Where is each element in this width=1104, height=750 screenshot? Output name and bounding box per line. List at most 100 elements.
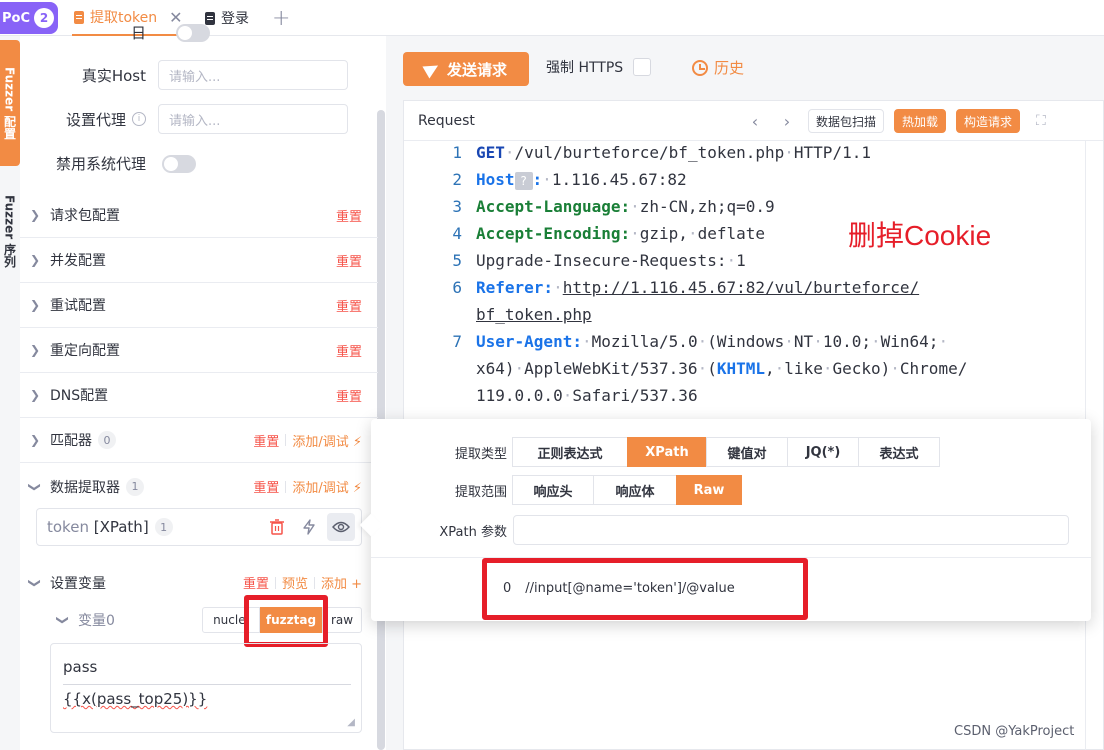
add-debug-button[interactable]: 添加/调试 ⚡ [292, 431, 362, 450]
reset-button[interactable]: 重置 [336, 296, 362, 315]
add-tab-button[interactable]: + [272, 0, 290, 36]
tab-login[interactable]: 登录 [205, 0, 249, 36]
extract-type-option[interactable]: XPath [627, 437, 707, 467]
section-title: 并发配置 [50, 253, 106, 269]
extract-type-option[interactable]: JQ(*) [787, 437, 859, 467]
count-badge: 1 [126, 477, 144, 496]
reset-button[interactable]: 重置 [336, 386, 362, 405]
reset-button[interactable]: 重置 [336, 251, 362, 270]
request-tools: ‹ › 数据包扫描 热加载 构造请求 ⛶ [744, 109, 1046, 133]
line-number: 6 [452, 278, 462, 297]
section-redirect-config[interactable]: ❯ 重定向配置 重置 [20, 328, 378, 373]
line-number: 1 [452, 143, 462, 162]
section-title: 数据提取器 [50, 479, 120, 496]
reset-button[interactable]: 重置 [253, 477, 279, 496]
clock-icon [692, 59, 708, 76]
line-number [404, 386, 476, 413]
chevron-right-icon: ❯ [29, 388, 41, 402]
chevron-left-icon[interactable]: ‹ [744, 112, 766, 131]
top-partial-label: 日 [130, 24, 146, 42]
count-badge: 1 [154, 518, 173, 536]
line-number: 2 [452, 170, 462, 189]
section-request-config[interactable]: ❯ 请求包配置 重置 [20, 193, 378, 238]
real-host-label: 真实Host [81, 66, 146, 85]
highlight-box [244, 595, 328, 647]
code-text: bf_token.php [476, 305, 592, 324]
tab-fuzzer-sequence[interactable]: Fuzzer 序列 [0, 176, 20, 286]
send-request-button[interactable]: 发送请求 [403, 52, 529, 86]
extract-type-group: 正则表达式 XPath 键值对 JQ(*) 表达式 [512, 437, 940, 467]
extract-scope-option[interactable]: Raw [676, 475, 742, 505]
chevron-right-icon: ❯ [29, 253, 41, 267]
reset-button[interactable]: 重置 [336, 206, 362, 225]
paper-plane-icon [422, 59, 442, 79]
divider [63, 684, 351, 685]
code-line: 6 Referer:·http://1.116.45.67:82/vul/burt… [404, 278, 1084, 305]
code-line: 119.0.0.0·Safari/537.36 [404, 386, 1084, 413]
disable-proxy-label: 禁用系统代理 [55, 155, 146, 173]
real-host-input[interactable]: 请输入... [158, 60, 348, 90]
extract-scope-label: 提取范围 [454, 484, 507, 500]
add-debug-button[interactable]: 添加/调试 ⚡ [292, 477, 362, 496]
code-line: 2 Host?:·1.116.45.67:82 [404, 170, 1084, 197]
top-switch[interactable] [176, 23, 210, 42]
highlight-box [482, 558, 808, 620]
extractor-item[interactable]: token [XPath] 1 [36, 508, 362, 546]
resize-handle-icon[interactable]: ◢ [347, 717, 355, 728]
xpath-param-input[interactable] [513, 515, 1069, 545]
section-title: 设置变量 [50, 575, 106, 592]
divider [285, 434, 287, 446]
divider [285, 480, 287, 493]
divider [274, 576, 276, 589]
option-raw[interactable]: raw [322, 607, 362, 633]
section-retry-config[interactable]: ❯ 重试配置 重置 [20, 283, 378, 328]
tab-label: 登录 [221, 11, 249, 27]
disable-proxy-switch[interactable] [162, 154, 196, 173]
extract-type-option[interactable]: 键值对 [706, 437, 788, 467]
reset-button[interactable]: 重置 [336, 341, 362, 360]
watermark: CSDN @YakProject [954, 724, 1075, 739]
section-extractor[interactable]: ❯ 数据提取器 1 重置 添加/调试 ⚡ [20, 464, 378, 509]
hot-load-button[interactable]: 热加载 [894, 109, 947, 133]
section-matcher[interactable]: ❯ 匹配器 0 重置 添加/调试 ⚡ [20, 418, 378, 463]
code-text: Referer:·http://1.116.45.67:82/vul/burte… [476, 278, 920, 297]
packet-scan-button[interactable]: 数据包扫描 [808, 109, 885, 133]
chevron-down-icon[interactable]: ❯ [56, 613, 70, 627]
extract-type-option[interactable]: 表达式 [858, 437, 940, 467]
line-number: 7 [452, 332, 462, 351]
reset-button[interactable]: 重置 [243, 573, 269, 592]
real-host-row: 真实Host 请输入... [20, 60, 348, 90]
build-request-button[interactable]: 构造请求 [956, 109, 1021, 133]
code-line: 7 User-Agent:·Mozilla/5.0·(Windows·NT·10.… [404, 332, 1084, 359]
force-https-checkbox[interactable] [633, 58, 652, 76]
extract-scope-option[interactable]: 响应头 [512, 475, 594, 505]
lightning-icon[interactable] [295, 513, 323, 541]
tab-fuzzer-config[interactable]: Fuzzer 配置 [0, 40, 20, 166]
trash-icon[interactable] [263, 513, 291, 541]
annotation-text: 删掉Cookie [848, 220, 992, 251]
extract-scope-option[interactable]: 响应体 [593, 475, 677, 505]
add-variable-button[interactable]: 添加 + [321, 573, 362, 592]
code-text: Accept-Encoding:·gzip,·deflate [476, 224, 766, 243]
chevron-right-icon[interactable]: › [776, 112, 798, 131]
extract-type-label: 提取类型 [454, 446, 507, 462]
variable-value: {{x(pass_top25)}} [63, 690, 208, 708]
section-dns-config[interactable]: ❯ DNS配置 重置 [20, 373, 378, 418]
proxy-label: 设置代理 i [20, 109, 158, 130]
extract-type-option[interactable]: 正则表达式 [512, 437, 628, 467]
variable-editor[interactable]: pass {{x(pass_top25)}} ◢ [50, 643, 362, 733]
variable-key: pass [63, 658, 98, 676]
section-title: 请求包配置 [50, 208, 120, 224]
eye-icon[interactable] [327, 513, 355, 541]
reset-button[interactable]: 重置 [253, 431, 279, 450]
section-title: DNS配置 [50, 388, 109, 404]
line-number: 5 [452, 251, 462, 270]
history-button[interactable]: 历史 [692, 57, 744, 78]
preview-button[interactable]: 预览 [282, 573, 308, 592]
force-https: 强制 HTTPS [546, 57, 652, 77]
proxy-input[interactable]: 请输入... [158, 104, 348, 134]
code-text: Host?:·1.116.45.67:82 [476, 170, 687, 190]
chevron-right-icon: ❯ [29, 298, 41, 312]
fullscreen-icon[interactable]: ⛶ [1036, 113, 1046, 129]
section-concurrency-config[interactable]: ❯ 并发配置 重置 [20, 238, 378, 283]
